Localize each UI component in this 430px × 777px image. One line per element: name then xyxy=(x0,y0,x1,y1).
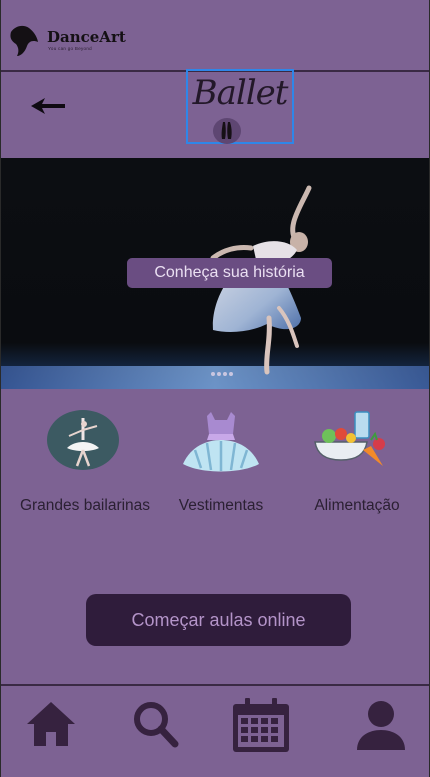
category-label: Alimentação xyxy=(314,497,400,514)
food-icon xyxy=(314,411,385,466)
user-icon xyxy=(357,701,405,750)
page-title: Ballet xyxy=(192,73,289,113)
brand-logo[interactable]: DanceArt You can go Beyond xyxy=(7,22,127,62)
hero-banner: Conheça sua história xyxy=(1,158,429,389)
nav-home-button[interactable] xyxy=(21,698,81,758)
tutu-dress-icon xyxy=(183,412,259,472)
pointe-shoes-badge xyxy=(213,118,241,144)
page-title-box: Ballet xyxy=(186,69,294,144)
carousel-dot[interactable] xyxy=(223,372,227,376)
nav-search-button[interactable] xyxy=(126,698,186,758)
carousel-dot[interactable] xyxy=(229,372,233,376)
app-header: DanceArt You can go Beyond xyxy=(1,0,429,71)
category-label: Grandes bailarinas xyxy=(19,497,151,514)
search-icon xyxy=(134,702,179,748)
nav-calendar-button[interactable] xyxy=(231,698,291,758)
category-label: Vestimentas xyxy=(178,497,264,514)
nav-profile-button[interactable] xyxy=(351,698,411,758)
back-button[interactable] xyxy=(27,92,69,120)
brand-name: DanceArt xyxy=(47,28,126,46)
know-history-button[interactable]: Conheça sua história xyxy=(127,258,332,288)
start-online-classes-button[interactable]: Começar aulas online xyxy=(86,594,351,646)
dancer-logo-icon xyxy=(10,25,38,56)
pointe-shoes-icon xyxy=(221,122,232,139)
ballerina-icon xyxy=(47,410,119,470)
carousel-dots[interactable] xyxy=(211,372,233,378)
brand-tagline: You can go Beyond xyxy=(48,46,92,51)
arrow-left-icon xyxy=(31,98,65,114)
bottom-navigation xyxy=(1,686,429,777)
app-screen: DanceArt You can go Beyond Ballet Conheç… xyxy=(1,0,429,777)
home-icon xyxy=(27,702,75,746)
calendar-icon xyxy=(233,698,289,752)
carousel-dot[interactable] xyxy=(211,372,215,376)
category-list: Grandes bailarinas Vestimentas Alimentaç… xyxy=(1,410,429,530)
carousel-dot[interactable] xyxy=(217,372,221,376)
